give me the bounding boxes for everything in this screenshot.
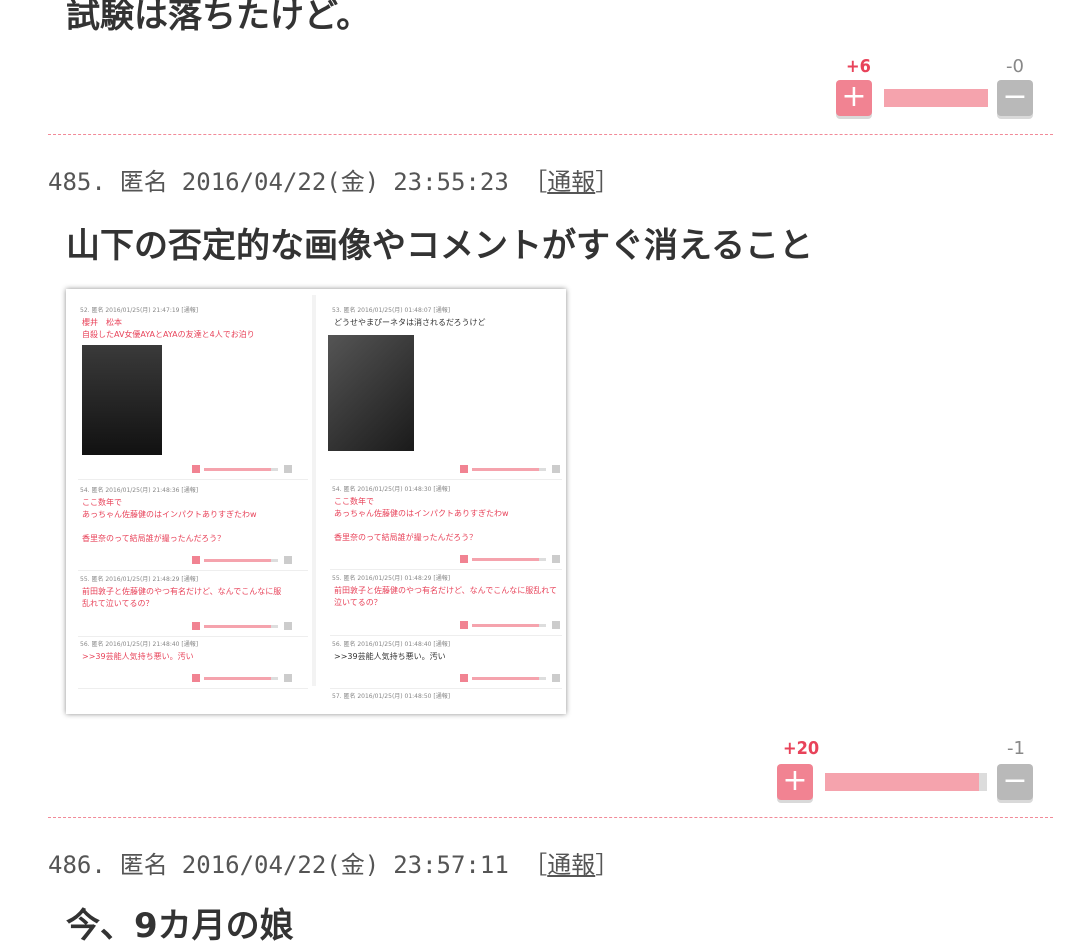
vote-ratio-bar [884,89,988,107]
image-post-text: あっちゃん佐藤健のはインパクトありすぎたわw [334,509,509,518]
comment-meta: 485. 匿名 2016/04/22(金) 23:55:23 ［通報］ [48,162,619,197]
plus-count: +6 [846,56,871,77]
comment-time: 23:55:23 [393,168,509,196]
plus-icon: + [841,79,867,114]
minus-vote-button[interactable]: − [997,764,1033,800]
comment-author: 匿名 [119,851,168,879]
image-post-vote [460,672,560,682]
image-post-text: 泣いてるの？ [334,598,382,607]
minus-icon: − [1002,763,1028,798]
vote-ratio-bar [825,773,987,791]
minus-icon: − [1002,79,1028,114]
image-post-divider [330,688,562,689]
report-bracket: ［通報］ [523,851,620,879]
image-post-text: ここ数年で [82,498,122,507]
vote-widget: +20 -1 + − [777,738,1035,800]
image-post-vote [192,463,292,473]
minus-count: -1 [1007,738,1025,759]
comment-date: 2016/04/22(金) [181,851,380,879]
image-post-meta: 53. 匿名 2016/01/25(月) 01:48:07 [通報] [332,307,451,314]
image-post-meta: 56. 匿名 2016/01/25(月) 21:48:40 [通報] [80,641,199,648]
report-link[interactable]: 通報 [547,168,595,196]
image-post-divider [330,569,562,570]
image-post-divider [78,636,308,637]
image-post-divider [330,479,562,480]
image-post-divider [78,688,308,689]
image-post-vote [460,619,560,629]
image-photo [82,345,162,455]
comment-number: 485. [48,168,106,196]
image-post-text: >>39芸能人気持ち悪い。汚い [334,652,446,661]
comment-divider [48,134,1053,135]
image-post-text: 乱れて泣いてるの？ [82,599,154,608]
image-post-text: >>39芸能人気持ち悪い。汚い [82,652,194,661]
image-post-meta: 57. 匿名 2016/01/25(月) 01:48:50 [通報] [332,693,451,700]
image-post-divider [78,479,308,480]
comment-date: 2016/04/22(金) [181,168,380,196]
minus-count: -0 [1006,56,1024,77]
comment-number: 486. [48,851,106,879]
image-column-separator [312,295,316,686]
plus-vote-button[interactable]: + [836,80,872,116]
image-post-meta: 55. 匿名 2016/01/25(月) 21:48:29 [通報] [80,576,199,583]
image-post-vote [460,553,560,563]
image-post-meta: 55. 匿名 2016/01/25(月) 01:48:29 [通報] [332,575,451,582]
image-post-meta: 56. 匿名 2016/01/25(月) 01:48:40 [通報] [332,641,451,648]
comment-divider [48,817,1053,818]
plus-count: +20 [783,738,820,759]
comment-image[interactable]: 52. 匿名 2016/01/25(月) 21:47:19 [通報] 櫻井 松本自… [66,289,566,714]
comment-meta: 486. 匿名 2016/04/22(金) 23:57:11 ［通報］ [48,845,619,880]
vote-ratio-fill [884,89,988,107]
comment-body: 今、9カ月の娘 [66,906,294,946]
image-photo [328,335,414,451]
image-post-text: 前田敦子と佐藤健のやつ有名だけど、なんでこんなに服 [82,587,282,596]
image-post-divider [330,635,562,636]
image-post-text: 櫻井 松本 [82,318,122,327]
report-bracket: ［通報］ [523,168,620,196]
image-post-vote [192,672,292,682]
image-post-vote [460,463,560,473]
image-post-text: あっちゃん佐藤健のはインパクトありすぎたわw [82,510,257,519]
comment-author: 匿名 [119,168,168,196]
image-post-text: 香里奈のって結局誰が撮ったんだろう？ [334,533,478,542]
image-post-text: どうせやまぴーネタは消されるだろうけど [334,318,486,327]
image-post-vote [192,620,292,630]
image-post-text: 香里奈のって結局誰が撮ったんだろう？ [82,534,226,543]
vote-widget-prev: +6 -0 + − [836,56,1036,116]
image-post-vote [192,554,292,564]
image-post-meta: 54. 匿名 2016/01/25(月) 01:48:30 [通報] [332,486,451,493]
report-link[interactable]: 通報 [547,851,595,879]
image-post-text: 自殺したAV女優AYAとAYAの友達と4人でお泊り [82,330,255,339]
comment-time: 23:57:11 [393,851,509,879]
minus-vote-button[interactable]: − [997,80,1033,116]
image-post-text: 前田敦子と佐藤健のやつ有名だけど、なんでこんなに服乱れて [334,586,557,595]
image-post-text: ここ数年で [334,497,374,506]
comment-body: 山下の否定的な画像やコメントがすぐ消えること [66,226,813,266]
plus-icon: + [782,763,808,798]
image-post-divider [78,570,308,571]
plus-vote-button[interactable]: + [777,764,813,800]
image-post-meta: 54. 匿名 2016/01/25(月) 21:48:36 [通報] [80,487,199,494]
image-post-meta: 52. 匿名 2016/01/25(月) 21:47:19 [通報] [80,307,199,314]
vote-ratio-fill [825,773,979,791]
comment-body-prev: 試験は落ちたけど。 [66,0,371,36]
